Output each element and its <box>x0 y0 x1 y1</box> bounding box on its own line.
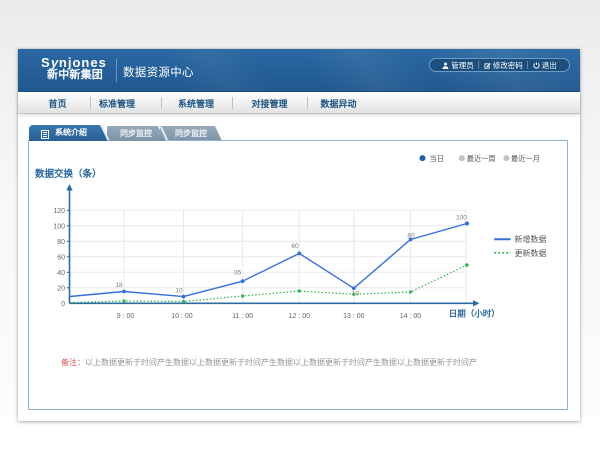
svg-text:35: 35 <box>234 270 242 277</box>
svg-text:60: 60 <box>291 243 299 250</box>
svg-text:100: 100 <box>456 215 467 222</box>
svg-text:11 : 00: 11 : 00 <box>232 313 253 320</box>
svg-text:14 : 00: 14 : 00 <box>400 313 422 320</box>
svg-text:80: 80 <box>407 233 415 240</box>
svg-text:最近一月: 最近一月 <box>511 154 540 163</box>
svg-text:18: 18 <box>115 282 123 289</box>
svg-text:日期（小时）: 日期（小时） <box>449 309 500 319</box>
svg-text:60: 60 <box>57 254 65 261</box>
svg-text:10: 10 <box>352 291 360 298</box>
svg-text:9 : 00: 9 : 00 <box>117 313 135 320</box>
svg-text:最近一周: 最近一周 <box>467 154 496 163</box>
svg-text:0: 0 <box>61 301 65 308</box>
svg-text:10: 10 <box>175 288 183 295</box>
svg-text:10 : 00: 10 : 00 <box>171 313 193 320</box>
svg-text:新增数据: 新增数据 <box>515 234 547 244</box>
svg-text:100: 100 <box>53 223 65 230</box>
svg-text:数据交换（条）: 数据交换（条） <box>34 168 102 180</box>
svg-text:备注：以上数据更新于时间产生数据以上数据更新于时间产生数据以: 备注：以上数据更新于时间产生数据以上数据更新于时间产生数据以上数据更新于时间产生… <box>61 357 477 367</box>
svg-text:120: 120 <box>53 208 65 215</box>
svg-text:12 : 00: 12 : 00 <box>289 313 311 320</box>
svg-text:80: 80 <box>57 239 65 246</box>
svg-text:当日: 当日 <box>430 154 444 163</box>
svg-text:13 : 00: 13 : 00 <box>343 313 365 320</box>
svg-text:20: 20 <box>57 285 65 292</box>
svg-text:更新数据: 更新数据 <box>515 248 547 258</box>
svg-text:40: 40 <box>57 270 65 277</box>
